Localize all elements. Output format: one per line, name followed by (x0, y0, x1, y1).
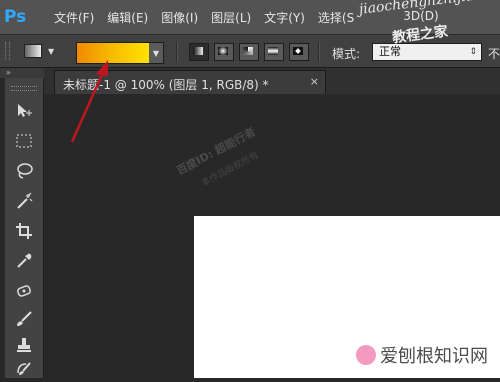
document-tab[interactable]: 未标题-1 @ 100% (图层 1, RGB/8) * × (54, 70, 326, 94)
clone-stamp-tool-icon[interactable] (11, 332, 37, 358)
menu-edit[interactable]: 编辑(E) (107, 9, 148, 26)
reflected-gradient-button[interactable] (264, 43, 284, 61)
angle-gradient-button[interactable] (239, 43, 259, 61)
move-tool-icon[interactable] (11, 98, 37, 124)
separator (318, 42, 320, 62)
site-logo-icon (356, 345, 376, 365)
gradient-tool-preset-icon (24, 44, 42, 58)
toolbar-collapse-button[interactable]: » (0, 68, 44, 78)
options-bar-grip[interactable] (5, 42, 10, 60)
panel-grip[interactable] (11, 86, 37, 91)
chevron-down-icon: ▼ (48, 46, 55, 56)
separator (176, 42, 178, 62)
menu-image[interactable]: 图像(I) (161, 9, 198, 26)
reflected-gradient-icon (268, 47, 278, 55)
opacity-label: 不 (488, 47, 500, 61)
marquee-tool-icon[interactable] (11, 128, 37, 154)
gradient-dropdown-arrow-icon[interactable]: ▼ (149, 43, 163, 63)
menu-file[interactable]: 文件(F) (54, 9, 94, 26)
linear-gradient-icon (193, 47, 203, 55)
tool-preset-picker[interactable]: ▼ (24, 42, 60, 60)
watermark-bottom-text: 爱刨根知识网 (380, 346, 488, 367)
document-tab-title: 未标题-1 @ 100% (图层 1, RGB/8) * (63, 78, 269, 92)
document-tab-strip: 未标题-1 @ 100% (图层 1, RGB/8) * × (44, 68, 500, 94)
lasso-tool-icon[interactable] (11, 158, 37, 184)
tools-panel (5, 78, 44, 378)
menu-type[interactable]: 文字(Y) (264, 9, 305, 26)
mode-select[interactable]: 正常 ⇕ (372, 43, 482, 61)
bottom-watermark: 爱刨根知识网 (356, 342, 488, 368)
history-brush-tool-icon[interactable] (11, 356, 37, 382)
menu-select[interactable]: 选择(S (318, 9, 354, 26)
linear-gradient-button[interactable] (189, 43, 209, 61)
radial-gradient-button[interactable] (214, 43, 234, 61)
crop-tool-icon[interactable] (11, 218, 37, 244)
gradient-preview-swatch[interactable] (77, 43, 149, 63)
diamond-gradient-button[interactable] (289, 43, 309, 61)
eyedropper-tool-icon[interactable] (11, 248, 37, 274)
brush-tool-icon[interactable] (11, 306, 37, 332)
radial-gradient-icon (218, 47, 228, 55)
healing-brush-tool-icon[interactable] (11, 278, 37, 304)
menu-layer[interactable]: 图层(L) (211, 9, 251, 26)
stepper-arrows-icon: ⇕ (469, 47, 477, 57)
photoshop-logo: Ps (4, 7, 27, 27)
magic-wand-tool-icon[interactable] (11, 188, 37, 214)
diamond-gradient-icon (293, 47, 303, 55)
mode-label: 模式: (332, 47, 361, 61)
angle-gradient-icon (243, 47, 253, 55)
close-icon[interactable]: × (310, 75, 319, 88)
gradient-picker[interactable]: ▼ (76, 42, 164, 64)
